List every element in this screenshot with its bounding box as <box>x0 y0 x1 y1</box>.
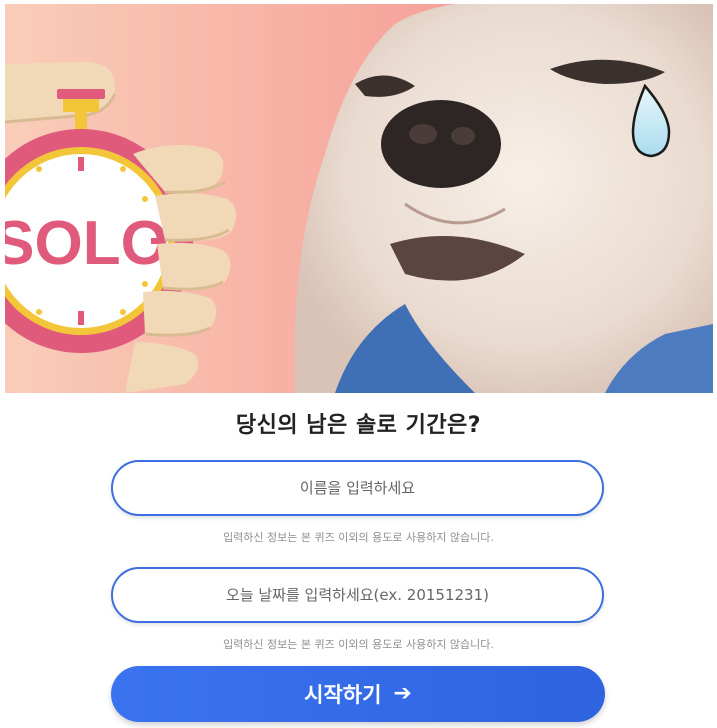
hero-image: SOLO <box>5 4 713 393</box>
name-input[interactable] <box>111 460 604 516</box>
arrow-right-icon: ➔ <box>393 681 412 706</box>
stopwatch-label: SOLO <box>5 209 169 278</box>
name-privacy-notice: 입력하신 정보는 본 퀴즈 이외의 용도로 사용하지 않습니다. <box>223 531 494 544</box>
date-privacy-notice: 입력하신 정보는 본 퀴즈 이외의 용도로 사용하지 않습니다. <box>223 638 494 651</box>
date-input[interactable] <box>111 567 604 623</box>
hero-illustration: SOLO <box>5 4 713 393</box>
quiz-title: 당신의 남은 솔로 기간은? <box>235 413 482 438</box>
start-button-label: 시작하기 <box>304 683 382 707</box>
start-button[interactable]: 시작하기 ➔ <box>111 666 605 722</box>
